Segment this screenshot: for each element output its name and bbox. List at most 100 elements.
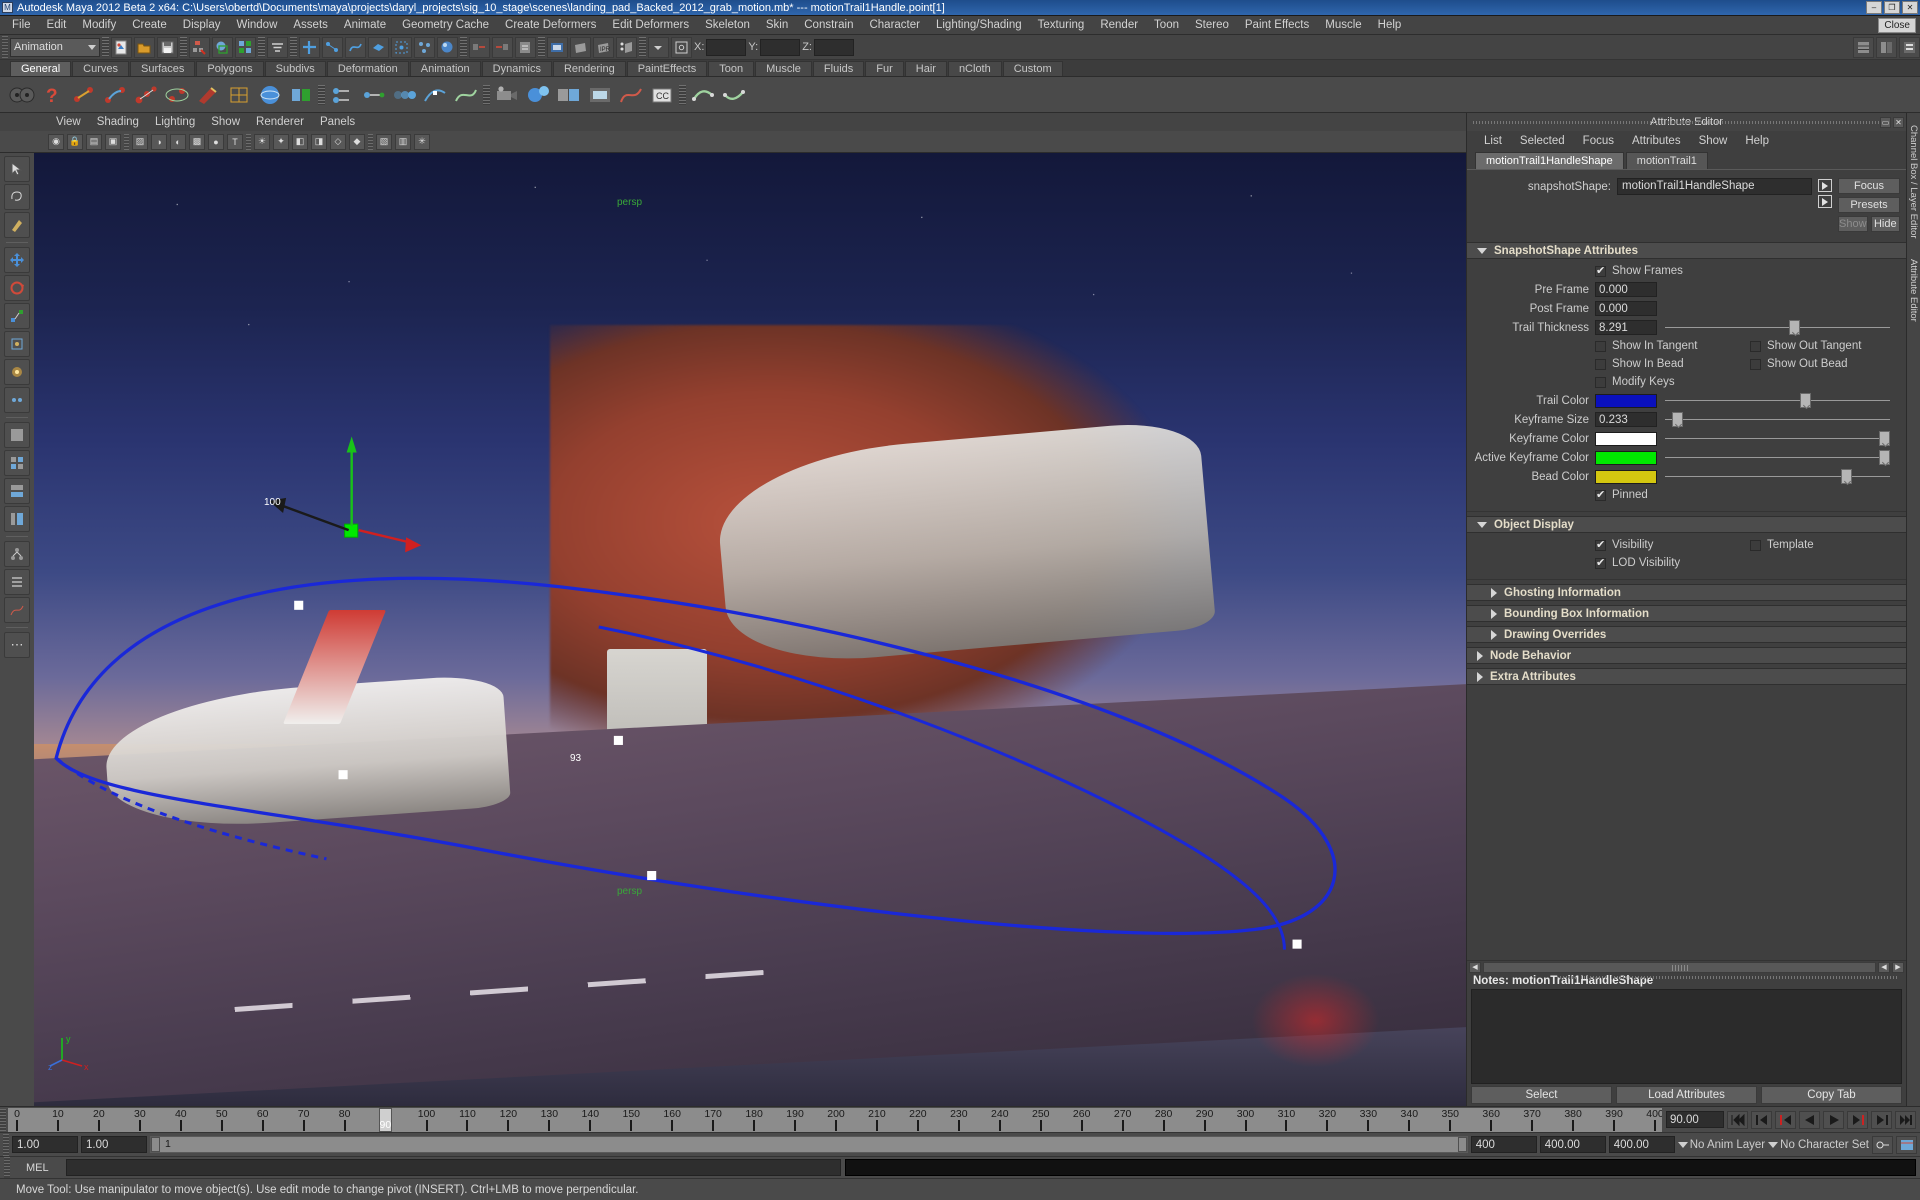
range-right-handle[interactable]: [1457, 1137, 1467, 1152]
pinned-checkbox[interactable]: [1595, 488, 1606, 501]
set-breakdown-icon[interactable]: [359, 81, 387, 109]
select-by-object-type-icon[interactable]: [212, 36, 233, 58]
window-controls[interactable]: – ❐ ✕: [1866, 1, 1918, 14]
four-view-layout-icon[interactable]: [4, 450, 30, 476]
cmdline-grip[interactable]: [4, 1156, 10, 1179]
bead-color-swatch[interactable]: [1595, 469, 1657, 484]
lod-visibility-checkbox[interactable]: [1595, 556, 1606, 569]
ae-tab-motiontrail1handleshape[interactable]: motionTrail1HandleShape: [1475, 152, 1624, 169]
construction-history-icon[interactable]: [515, 36, 536, 58]
command-input[interactable]: [66, 1159, 842, 1176]
render-sphere-icon[interactable]: [524, 81, 552, 109]
shelf-tab-curves[interactable]: Curves: [72, 61, 129, 76]
ae-menu-show[interactable]: Show: [1690, 135, 1737, 147]
more-layouts-icon[interactable]: ⋯: [4, 632, 30, 658]
cc-icon[interactable]: CC: [648, 81, 676, 109]
menuset-selector[interactable]: Animation: [10, 37, 100, 57]
ae-tab-motiontrail1[interactable]: motionTrail1: [1625, 152, 1708, 169]
hypergraph-layout-icon[interactable]: [4, 541, 30, 567]
ipr-render-icon[interactable]: IPR: [593, 36, 614, 58]
keyframe-color-swatch[interactable]: [1595, 431, 1657, 446]
blend-shape-icon[interactable]: [287, 81, 315, 109]
film-icon[interactable]: [8, 81, 36, 109]
paint-weights-icon[interactable]: [194, 81, 222, 109]
trail-color-slider[interactable]: [1665, 393, 1890, 408]
animation-preferences-icon[interactable]: [1896, 1135, 1917, 1154]
ik-spline-icon[interactable]: [101, 81, 129, 109]
minimize-button[interactable]: –: [1866, 1, 1882, 14]
move-tool-icon[interactable]: [4, 247, 30, 273]
graph-editor-layout-icon[interactable]: [4, 597, 30, 623]
slider-knob[interactable]: [1878, 431, 1890, 446]
shelf-tab-fluids[interactable]: Fluids: [812, 61, 865, 76]
menu-stereo[interactable]: Stereo: [1187, 18, 1237, 32]
step-forward-frame-icon[interactable]: [1847, 1110, 1868, 1129]
go-to-end-icon[interactable]: [1895, 1110, 1916, 1129]
slider-knob[interactable]: [1788, 320, 1800, 335]
shelf-tab-surfaces[interactable]: Surfaces: [129, 61, 196, 76]
skin-bind-icon[interactable]: [163, 81, 191, 109]
output-connections-icon[interactable]: [492, 36, 513, 58]
universal-manip-icon[interactable]: [4, 331, 30, 357]
menu-animate[interactable]: Animate: [336, 18, 394, 32]
save-scene-icon[interactable]: [157, 36, 178, 58]
auto-key-icon[interactable]: [1872, 1135, 1893, 1154]
joint-tool-icon[interactable]: [132, 81, 160, 109]
modify-keys-checkbox[interactable]: [1595, 376, 1606, 388]
motion-blur-icon[interactable]: ◇: [330, 133, 346, 150]
shelf-tab-painteffects[interactable]: PaintEffects: [626, 61, 708, 76]
step-back-key-icon[interactable]: [1751, 1110, 1772, 1129]
slider-knob[interactable]: [1800, 393, 1811, 408]
scroll-left-icon[interactable]: ◀: [1469, 961, 1481, 973]
template-checkbox[interactable]: [1750, 539, 1761, 551]
snap-to-plane-icon[interactable]: [368, 36, 389, 58]
section-header-bounding-box-information[interactable]: Bounding Box Information: [1467, 605, 1906, 622]
single-view-layout-icon[interactable]: [4, 422, 30, 448]
show-in-tangent-checkbox[interactable]: [1595, 340, 1606, 352]
render-settings-icon[interactable]: [616, 36, 637, 58]
menu-create-deformers[interactable]: Create Deformers: [497, 18, 604, 32]
rangeslider-grip[interactable]: [3, 1133, 9, 1156]
snap-to-curve-icon[interactable]: [322, 36, 343, 58]
node-next-icon[interactable]: [1818, 179, 1832, 192]
show-channel-box-icon[interactable]: [1853, 36, 1874, 58]
menu-constrain[interactable]: Constrain: [796, 18, 861, 32]
range-left-handle[interactable]: [151, 1137, 160, 1152]
menu-texturing[interactable]: Texturing: [1030, 18, 1093, 32]
smooth-shade-icon[interactable]: ●: [208, 133, 224, 150]
hide-button[interactable]: Hide: [1870, 216, 1900, 232]
show-layer-editor-icon[interactable]: [1876, 36, 1897, 58]
notes-textarea[interactable]: [1471, 989, 1902, 1084]
select-button[interactable]: Select: [1471, 1086, 1612, 1104]
panel-menu-show[interactable]: Show: [203, 116, 248, 128]
shelf-tab-toon[interactable]: Toon: [708, 61, 755, 76]
play-forwards-icon[interactable]: [1823, 1110, 1844, 1129]
hardware-render-icon[interactable]: [586, 81, 614, 109]
keyframe-color-slider[interactable]: [1665, 431, 1890, 446]
panel-menu-renderer[interactable]: Renderer: [248, 116, 312, 128]
perspective-viewport[interactable]: 100 93 persp persp y x z: [34, 153, 1466, 1106]
help-question-icon[interactable]: ?: [39, 81, 67, 109]
ae-menu-help[interactable]: Help: [1736, 135, 1778, 147]
open-scene-icon[interactable]: [134, 36, 155, 58]
z-input[interactable]: [813, 38, 854, 56]
rotate-tool-icon[interactable]: [4, 275, 30, 301]
go-to-start-icon[interactable]: [1727, 1110, 1748, 1129]
batch-render-icon[interactable]: [555, 81, 583, 109]
xray-icon[interactable]: ▧: [376, 133, 392, 150]
outliner-layout-icon[interactable]: [4, 569, 30, 595]
section-header-node-behavior[interactable]: Node Behavior: [1467, 647, 1906, 664]
attribute-editor-tab[interactable]: Attribute Editor: [1908, 259, 1919, 322]
shelf-tab-ncloth[interactable]: nCloth: [947, 61, 1002, 76]
ae-menu-attributes[interactable]: Attributes: [1623, 135, 1690, 147]
menu-modify[interactable]: Modify: [74, 18, 124, 32]
shelf-tab-hair[interactable]: Hair: [904, 61, 947, 76]
select-camera-icon[interactable]: ◉: [48, 133, 64, 150]
make-live-icon[interactable]: [414, 36, 435, 58]
muscle-icon[interactable]: [689, 81, 717, 109]
new-scene-icon[interactable]: [111, 36, 132, 58]
show-in-bead-checkbox[interactable]: [1595, 358, 1606, 370]
snap-to-grid-icon[interactable]: [299, 36, 320, 58]
menu-window[interactable]: Window: [228, 18, 285, 32]
animation-end-field[interactable]: 400.00: [1539, 1136, 1606, 1153]
